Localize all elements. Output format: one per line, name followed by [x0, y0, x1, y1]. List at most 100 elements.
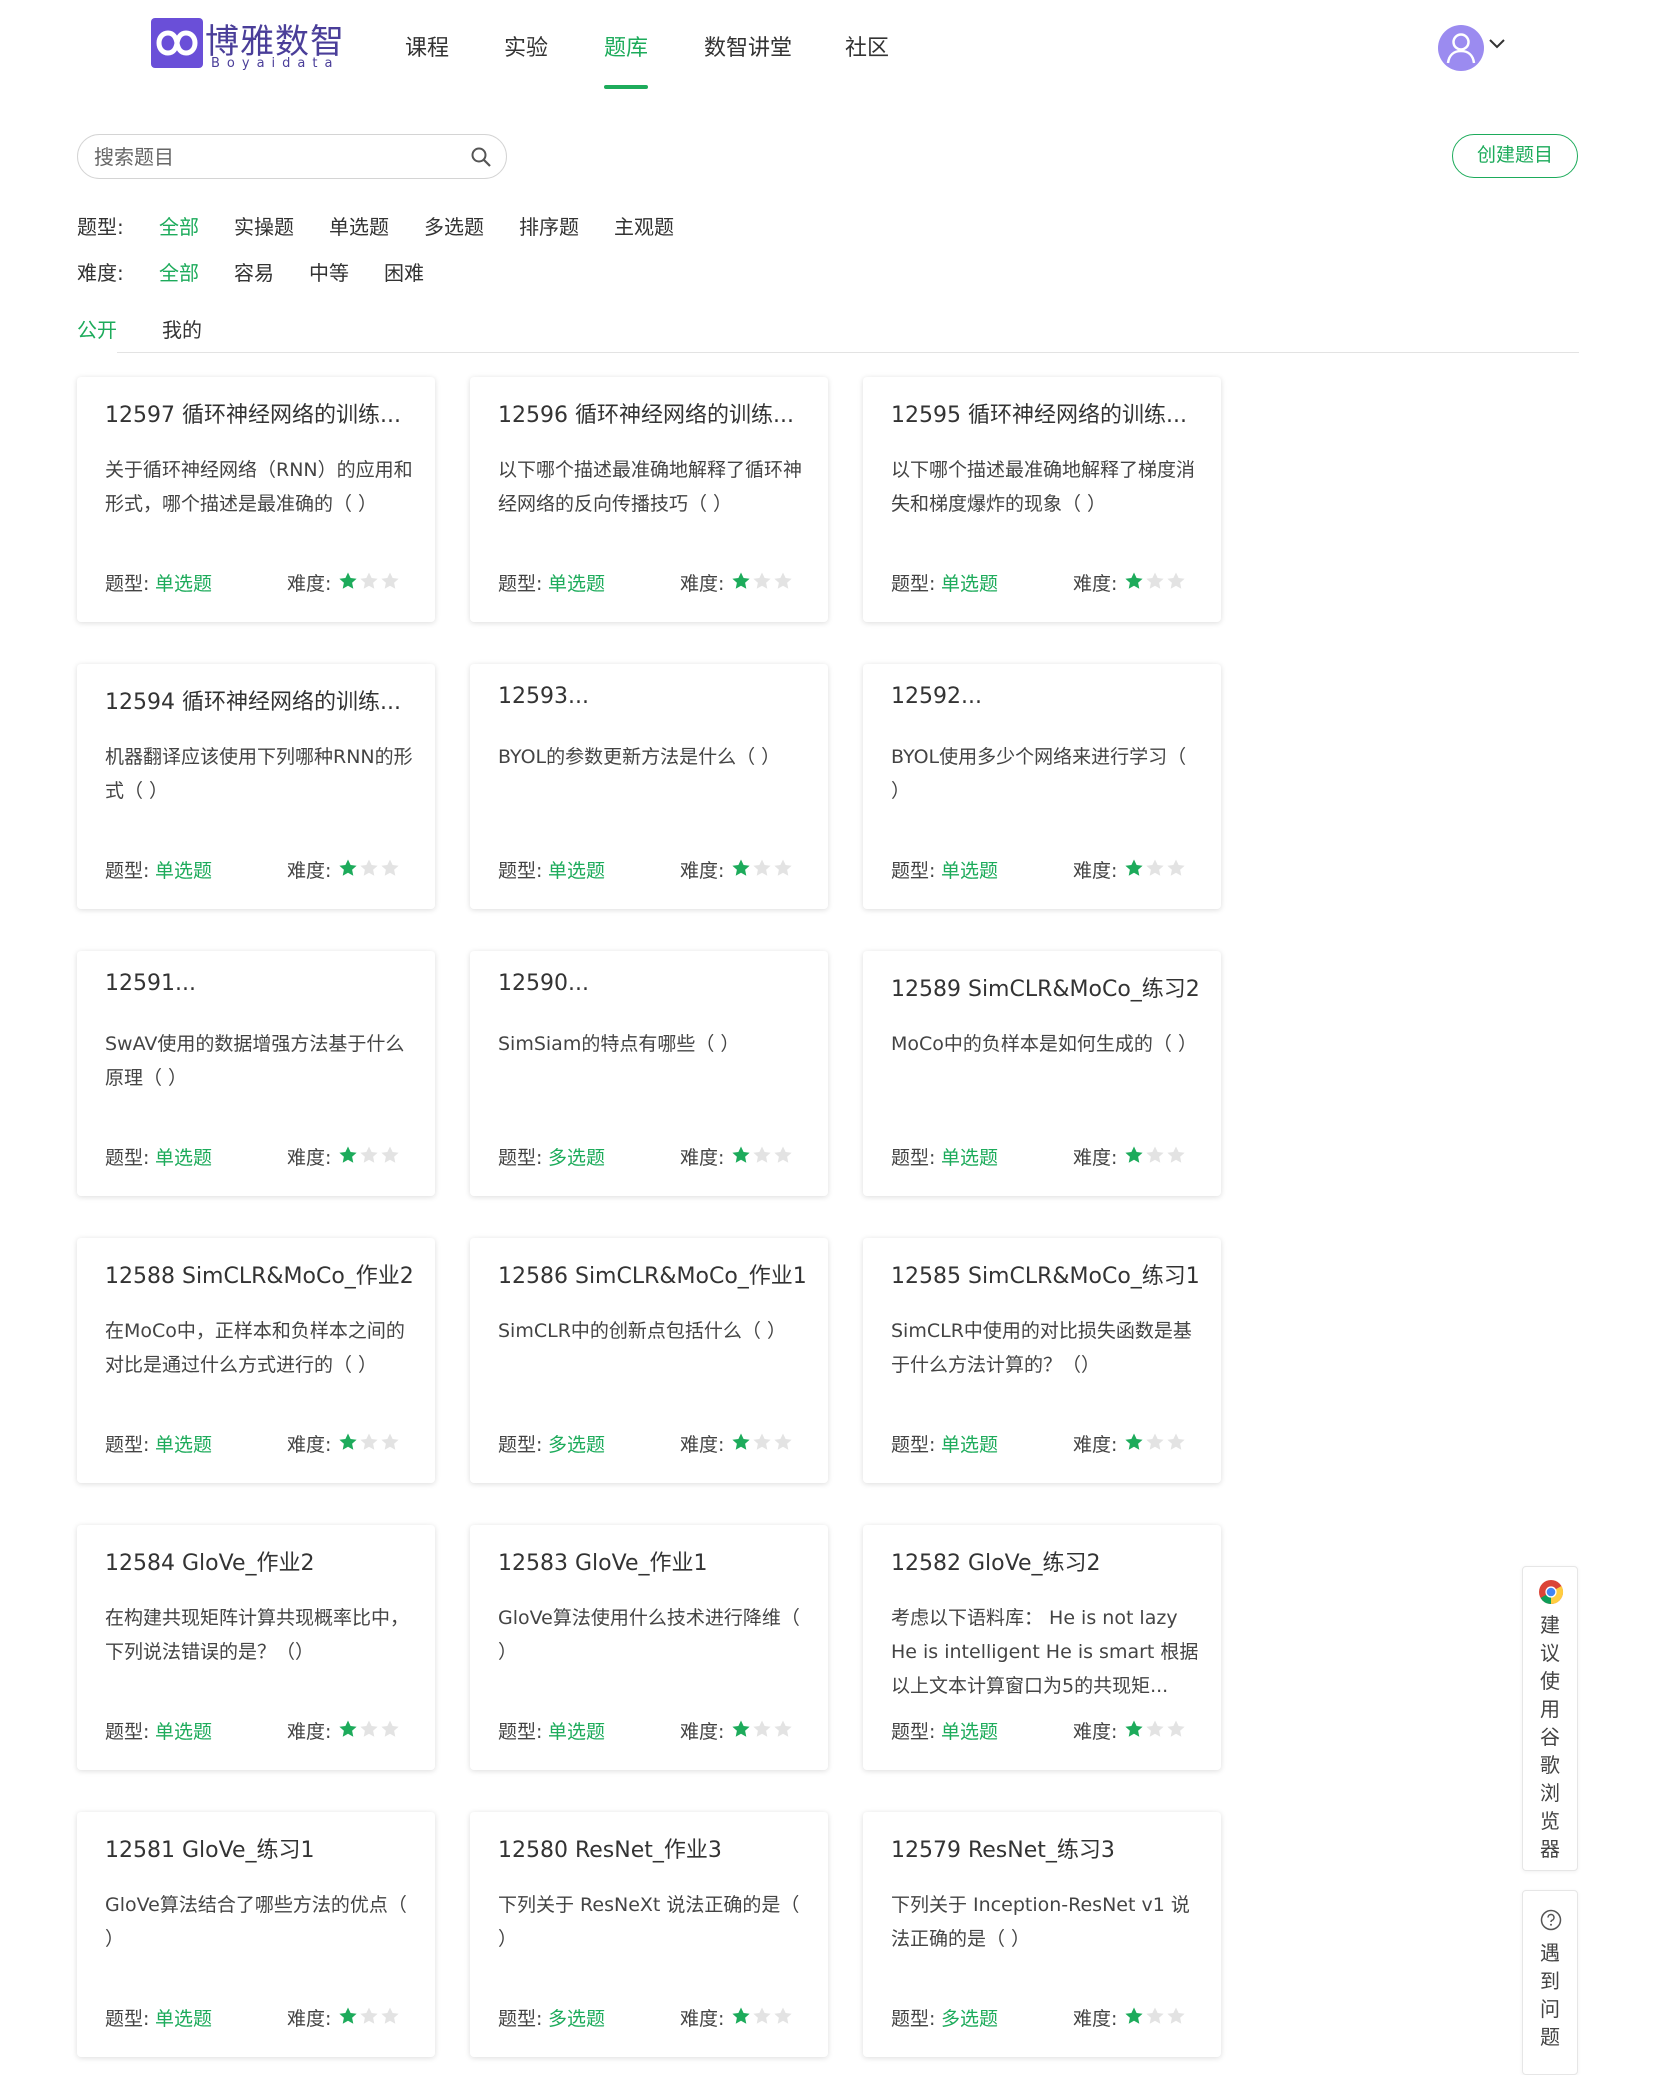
difficulty-option-easy[interactable]: 容易 [234, 257, 274, 286]
question-type-value: 多选题 [941, 2008, 999, 2030]
question-description: SimCLR中使用的对比损失函数是基于什么方法计算的？（） [891, 1320, 1192, 1376]
tab-mine[interactable]: 我的 [162, 314, 202, 343]
logo-infinity-icon [151, 18, 203, 68]
difficulty-filter-label: 难度: [77, 261, 124, 285]
brand-logo[interactable]: 博雅数智 Boyaidata [151, 16, 351, 72]
difficulty-option-medium[interactable]: 中等 [309, 257, 349, 286]
star-empty-icon [753, 859, 771, 876]
question-card[interactable]: 12589 SimCLR&MoCo_练习2 MoCo中的负样本是如何生成的（ ） 题… [863, 951, 1221, 1196]
difficulty-option-hard[interactable]: 困难 [384, 257, 424, 286]
question-card[interactable]: 12583 GloVe_作业1 GloVe算法使用什么技术进行降维（ ） 题型: 单选… [470, 1525, 828, 1770]
question-card[interactable]: 12594 循环神经网络的训练... 机器翻译应该使用下列哪种RNN的形式（ ） 题… [77, 664, 435, 909]
visibility-tabs: 公开 我的 [77, 314, 1579, 354]
question-title: 12596 循环神经网络的训练... [498, 403, 794, 428]
question-card[interactable]: 12582 GloVe_练习2 考虑以下语料库： He is not lazy H… [863, 1525, 1221, 1770]
avatar[interactable] [1438, 25, 1484, 71]
type-option-ordering[interactable]: 排序题 [519, 211, 579, 240]
star-empty-icon [381, 859, 399, 876]
star-empty-icon [1146, 1146, 1164, 1163]
difficulty-option-all[interactable]: 全部 [159, 257, 199, 286]
star-empty-icon [381, 2007, 399, 2024]
nav-item-courses[interactable]: 课程 [405, 30, 449, 62]
question-description: 机器翻译应该使用下列哪种RNN的形式（ ） [105, 746, 413, 802]
question-meta: 题型: 单选题 难度: [498, 1717, 808, 1743]
question-type-label: 题型: [105, 1147, 150, 1169]
question-difficulty-label: 难度: [1073, 1721, 1118, 1743]
question-card[interactable]: 12593... BYOL的参数更新方法是什么（ ） 题型: 单选题 难度: [470, 664, 828, 909]
question-type-value: 多选题 [548, 1434, 606, 1456]
type-option-multiple-choice[interactable]: 多选题 [424, 211, 484, 240]
question-meta: 题型: 单选题 难度: [891, 1430, 1201, 1456]
question-type-value: 单选题 [548, 1721, 606, 1743]
type-option-single-choice[interactable]: 单选题 [329, 211, 389, 240]
question-difficulty-label: 难度: [1073, 1147, 1118, 1169]
star-filled-icon [732, 572, 750, 589]
question-type-value: 单选题 [155, 1434, 213, 1456]
type-option-practical[interactable]: 实操题 [234, 211, 294, 240]
question-type-label: 题型: [105, 1434, 150, 1456]
question-title: 12591... [105, 971, 196, 996]
question-card[interactable]: 12584 GloVe_作业2 在构建共现矩阵计算共现概率比中，下列说法错误的是？… [77, 1525, 435, 1770]
question-type-label: 题型: [891, 1721, 936, 1743]
type-option-all[interactable]: 全部 [159, 211, 199, 240]
question-card[interactable]: 12585 SimCLR&MoCo_练习1 SimCLR中使用的对比损失函数是基于… [863, 1238, 1221, 1483]
question-meta: 题型: 多选题 难度: [498, 1143, 808, 1169]
question-meta: 题型: 单选题 难度: [498, 856, 808, 882]
star-filled-icon [1125, 1433, 1143, 1450]
nav-item-labs[interactable]: 实验 [504, 30, 548, 62]
star-empty-icon [774, 859, 792, 876]
star-filled-icon [732, 2007, 750, 2024]
question-card[interactable]: 12597 循环神经网络的训练... 关于循环神经网络（RNN）的应用和形式，哪个… [77, 377, 435, 622]
question-type-label: 题型: [498, 2008, 543, 2030]
star-empty-icon [774, 1146, 792, 1163]
question-card[interactable]: 12595 循环神经网络的训练... 以下哪个描述最准确地解释了梯度消失和梯度爆炸… [863, 377, 1221, 622]
create-question-button[interactable]: 创建题目 [1452, 134, 1578, 178]
star-empty-icon [1146, 2007, 1164, 2024]
star-filled-icon [339, 1433, 357, 1450]
question-description: 在构建共现矩阵计算共现概率比中，下列说法错误的是？（） [105, 1607, 410, 1663]
help-widget[interactable]: 遇到问题 [1522, 1890, 1578, 2075]
question-difficulty-label: 难度: [680, 1721, 725, 1743]
star-empty-icon [360, 1146, 378, 1163]
question-title: 12588 SimCLR&MoCo_作业2 [105, 1264, 414, 1289]
nav-item-question-bank[interactable]: 题库 [604, 30, 648, 62]
nav-item-lectures[interactable]: 数智讲堂 [704, 30, 792, 62]
question-card[interactable]: 12588 SimCLR&MoCo_作业2 在MoCo中，正样本和负样本之间的对比… [77, 1238, 435, 1483]
question-type-label: 题型: [498, 860, 543, 882]
question-card[interactable]: 12586 SimCLR&MoCo_作业1 SimCLR中的创新点包括什么（ ） 题… [470, 1238, 828, 1483]
question-card[interactable]: 12580 ResNet_作业3 下列关于 ResNeXt 说法正确的是（ ） 题型… [470, 1812, 828, 2057]
star-empty-icon [1146, 859, 1164, 876]
question-type-value: 单选题 [548, 573, 606, 595]
nav-item-community[interactable]: 社区 [845, 30, 889, 62]
browser-tip-widget[interactable]: 建议使用谷歌浏览器 [1522, 1566, 1578, 1871]
question-title: 12589 SimCLR&MoCo_练习2 [891, 977, 1200, 1002]
question-difficulty-label: 难度: [680, 2008, 725, 2030]
question-title: 12586 SimCLR&MoCo_作业1 [498, 1264, 807, 1289]
star-filled-icon [1125, 859, 1143, 876]
tab-public[interactable]: 公开 [77, 314, 117, 343]
question-card[interactable]: 12596 循环神经网络的训练... 以下哪个描述最准确地解释了循环神经网络的反向… [470, 377, 828, 622]
question-difficulty-label: 难度: [1073, 573, 1118, 595]
question-description: GloVe算法使用什么技术进行降维（ ） [498, 1607, 800, 1663]
star-empty-icon [381, 1146, 399, 1163]
question-card[interactable]: 12591... SwAV使用的数据增强方法基于什么原理（ ） 题型: 单选题 难度: [77, 951, 435, 1196]
question-card[interactable]: 12590... SimSiam的特点有哪些（ ） 题型: 多选题 难度: [470, 951, 828, 1196]
star-empty-icon [1167, 1720, 1185, 1737]
question-type-value: 单选题 [941, 573, 999, 595]
star-filled-icon [732, 1146, 750, 1163]
star-empty-icon [360, 1720, 378, 1737]
question-description: 以下哪个描述最准确地解释了循环神经网络的反向传播技巧（ ） [498, 459, 803, 515]
star-empty-icon [1167, 2007, 1185, 2024]
type-option-subjective[interactable]: 主观题 [614, 211, 674, 240]
chrome-icon [1539, 1580, 1564, 1604]
question-card[interactable]: 12581 GloVe_练习1 GloVe算法结合了哪些方法的优点（ ） 题型: 单选… [77, 1812, 435, 2057]
question-card[interactable]: 12579 ResNet_练习3 下列关于 Inception-ResNet v1… [863, 1812, 1221, 2057]
star-filled-icon [339, 572, 357, 589]
chevron-down-icon[interactable] [1488, 34, 1506, 52]
star-empty-icon [381, 1720, 399, 1737]
top-header: 博雅数智 Boyaidata 课程 实验 题库 数智讲堂 社区 [0, 0, 1653, 92]
question-card[interactable]: 12592... BYOL使用多少个网络来进行学习（ ） 题型: 单选题 难度: [863, 664, 1221, 909]
search-icon[interactable] [470, 146, 492, 168]
question-type-label: 题型: [891, 573, 936, 595]
search-input[interactable] [94, 141, 454, 173]
